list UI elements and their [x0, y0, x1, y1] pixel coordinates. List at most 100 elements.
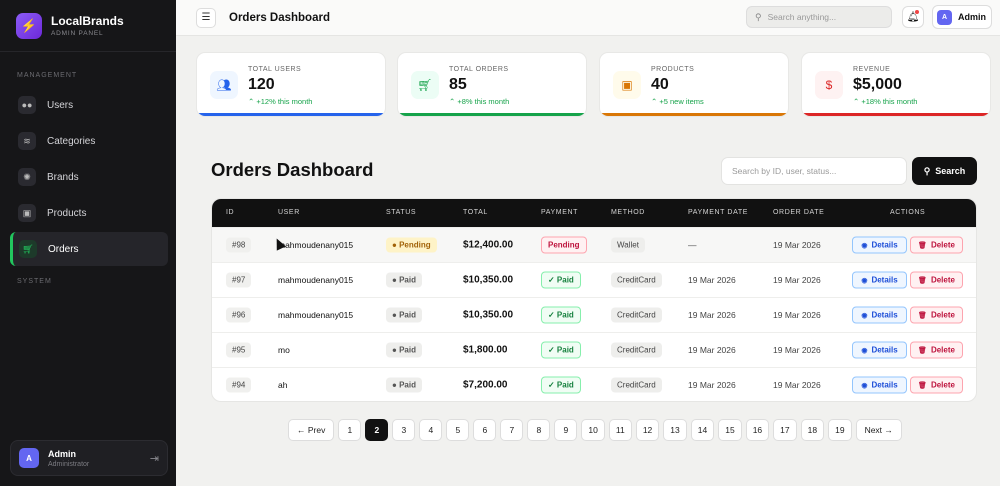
eye-icon: ◉ [861, 312, 868, 319]
cart-icon: 🛒︎ [411, 71, 439, 99]
page-button-4[interactable]: 4 [419, 419, 443, 441]
sidebar-item-orders[interactable]: 🛒︎ Orders [10, 232, 168, 266]
page-title-top: Orders Dashboard [229, 11, 330, 24]
users-icon: 👥︎ [210, 71, 238, 99]
status-badge: ● Paid [386, 342, 422, 358]
stat-trend: ⌃ +5 new items [651, 97, 704, 106]
delete-button[interactable]: 🗑︎ Delete [910, 341, 963, 359]
admin-menu[interactable]: A Admin [932, 5, 992, 29]
next-page-button[interactable]: Next → [855, 419, 902, 441]
order-user: mahmoudenany015 [278, 275, 354, 285]
payment-date: 19 Mar 2026 [688, 275, 736, 285]
sidebar-item-brands[interactable]: ✺ Brands [10, 160, 168, 194]
stat-accent-bar [197, 113, 385, 116]
stat-accent-bar [802, 113, 990, 116]
sidebar-item-label: Products [47, 207, 87, 219]
table-row[interactable]: #97 mahmoudenany015 ● Paid $10,350.00 ✓ … [212, 262, 976, 297]
search-button-label: Search [935, 166, 966, 176]
bell-icon[interactable]: 🔔︎ [902, 6, 924, 28]
search-button[interactable]: ⚲ Search [912, 157, 977, 185]
col-id: ID [226, 209, 235, 216]
details-button[interactable]: ◉ Details [852, 236, 907, 254]
table-row[interactable]: #94 ah ● Paid $7,200.00 ✓ Paid CreditCar… [212, 367, 976, 401]
page-button-18[interactable]: 18 [800, 419, 825, 441]
stat-label: PRODUCTS [651, 66, 695, 73]
trash-icon: 🗑︎ [918, 312, 927, 319]
page-button-9[interactable]: 9 [554, 419, 578, 441]
status-badge: ● Paid [386, 307, 422, 323]
order-user: mo [278, 345, 290, 355]
user-card[interactable]: A Admin Administrator ⇥ [10, 440, 168, 476]
col-payment-date: PAYMENT DATE [688, 209, 748, 216]
page-button-13[interactable]: 13 [663, 419, 687, 441]
order-user: mahmoudenany015 [278, 310, 354, 320]
delete-button[interactable]: 🗑︎ Delete [910, 236, 963, 254]
sidebar-item-users[interactable]: ●● Users [10, 88, 168, 122]
delete-button[interactable]: 🗑︎ Delete [910, 271, 963, 289]
order-total: $10,350.00 [463, 274, 514, 286]
page-button-6[interactable]: 6 [473, 419, 497, 441]
prev-page-button[interactable]: ← Prev [288, 419, 335, 441]
order-user: mahmoudenany015 [278, 240, 354, 250]
page-button-8[interactable]: 8 [527, 419, 551, 441]
page-button-1[interactable]: 1 [338, 419, 362, 441]
details-button[interactable]: ◉ Details [852, 376, 907, 394]
col-total: TOTAL [463, 209, 488, 216]
stat-label: TOTAL ORDERS [449, 66, 509, 73]
details-button[interactable]: ◉ Details [852, 271, 907, 289]
payment-badge: ✓ Paid [541, 376, 581, 394]
badge-icon: ✺ [18, 168, 36, 186]
order-total: $10,350.00 [463, 309, 514, 321]
order-total: $7,200.00 [463, 379, 508, 391]
stat-accent-bar [398, 113, 586, 116]
logout-icon[interactable]: ⇥ [150, 452, 159, 465]
order-date: 19 Mar 2026 [773, 310, 821, 320]
page-button-3[interactable]: 3 [392, 419, 416, 441]
search-icon: ⚲ [923, 165, 931, 176]
global-search-input[interactable]: ⚲ Search anything... [746, 6, 892, 28]
sidebar-item-label: Categories [47, 135, 96, 147]
page-button-14[interactable]: 14 [690, 419, 715, 441]
table-row[interactable]: #96 mahmoudenany015 ● Paid $10,350.00 ✓ … [212, 297, 976, 332]
page-button-5[interactable]: 5 [446, 419, 470, 441]
page-button-17[interactable]: 17 [773, 419, 797, 441]
page-button-12[interactable]: 12 [635, 419, 660, 441]
details-button[interactable]: ◉ Details [852, 341, 907, 359]
user-role: Administrator [48, 460, 90, 468]
topbar: ☰ Orders Dashboard ⚲ Search anything... … [176, 0, 1000, 36]
delete-button[interactable]: 🗑︎ Delete [910, 376, 963, 394]
col-payment: PAYMENT [541, 209, 578, 216]
layers-icon: ≋ [18, 132, 36, 150]
page-button-15[interactable]: 15 [718, 419, 742, 441]
sidebar-item-categories[interactable]: ≋ Categories [10, 124, 168, 158]
notification-dot [915, 10, 919, 14]
delete-button[interactable]: 🗑︎ Delete [910, 306, 963, 324]
lightning-icon: ⚡ [16, 12, 42, 39]
eye-icon: ◉ [861, 277, 868, 284]
avatar: A [19, 448, 39, 468]
menu-icon[interactable]: ☰ [196, 7, 216, 28]
global-search-placeholder: Search anything... [767, 12, 837, 22]
table-row[interactable]: #98 mahmoudenany015 ● Pending $12,400.00… [212, 227, 976, 262]
order-total: $1,800.00 [463, 344, 508, 356]
page-button-2[interactable]: 2 [365, 419, 389, 441]
orders-search-input[interactable]: Search by ID, user, status... [721, 157, 907, 185]
cart-icon: 🛒︎ [19, 240, 37, 258]
section-label-management: MANAGEMENT [17, 72, 78, 79]
page-button-16[interactable]: 16 [745, 419, 770, 441]
page-button-7[interactable]: 7 [500, 419, 524, 441]
page-button-19[interactable]: 19 [828, 419, 852, 441]
eye-icon: ◉ [861, 382, 868, 389]
sidebar-item-products[interactable]: ▣ Products [10, 196, 168, 230]
page-button-10[interactable]: 10 [581, 419, 605, 441]
sidebar-item-label: Brands [47, 171, 79, 183]
details-button[interactable]: ◉ Details [852, 306, 907, 324]
payment-badge: Pending [541, 236, 587, 254]
brand[interactable]: ⚡ LocalBrands ADMIN PANEL [0, 0, 176, 52]
page-title: Orders Dashboard [211, 159, 374, 180]
brand-name: LocalBrands [51, 14, 124, 28]
stat-trend: ⌃ +18% this month [853, 97, 918, 106]
table-row[interactable]: #95 mo ● Paid $1,800.00 ✓ Paid CreditCar… [212, 332, 976, 367]
page-button-11[interactable]: 11 [608, 419, 632, 441]
col-status: STATUS [386, 209, 417, 216]
